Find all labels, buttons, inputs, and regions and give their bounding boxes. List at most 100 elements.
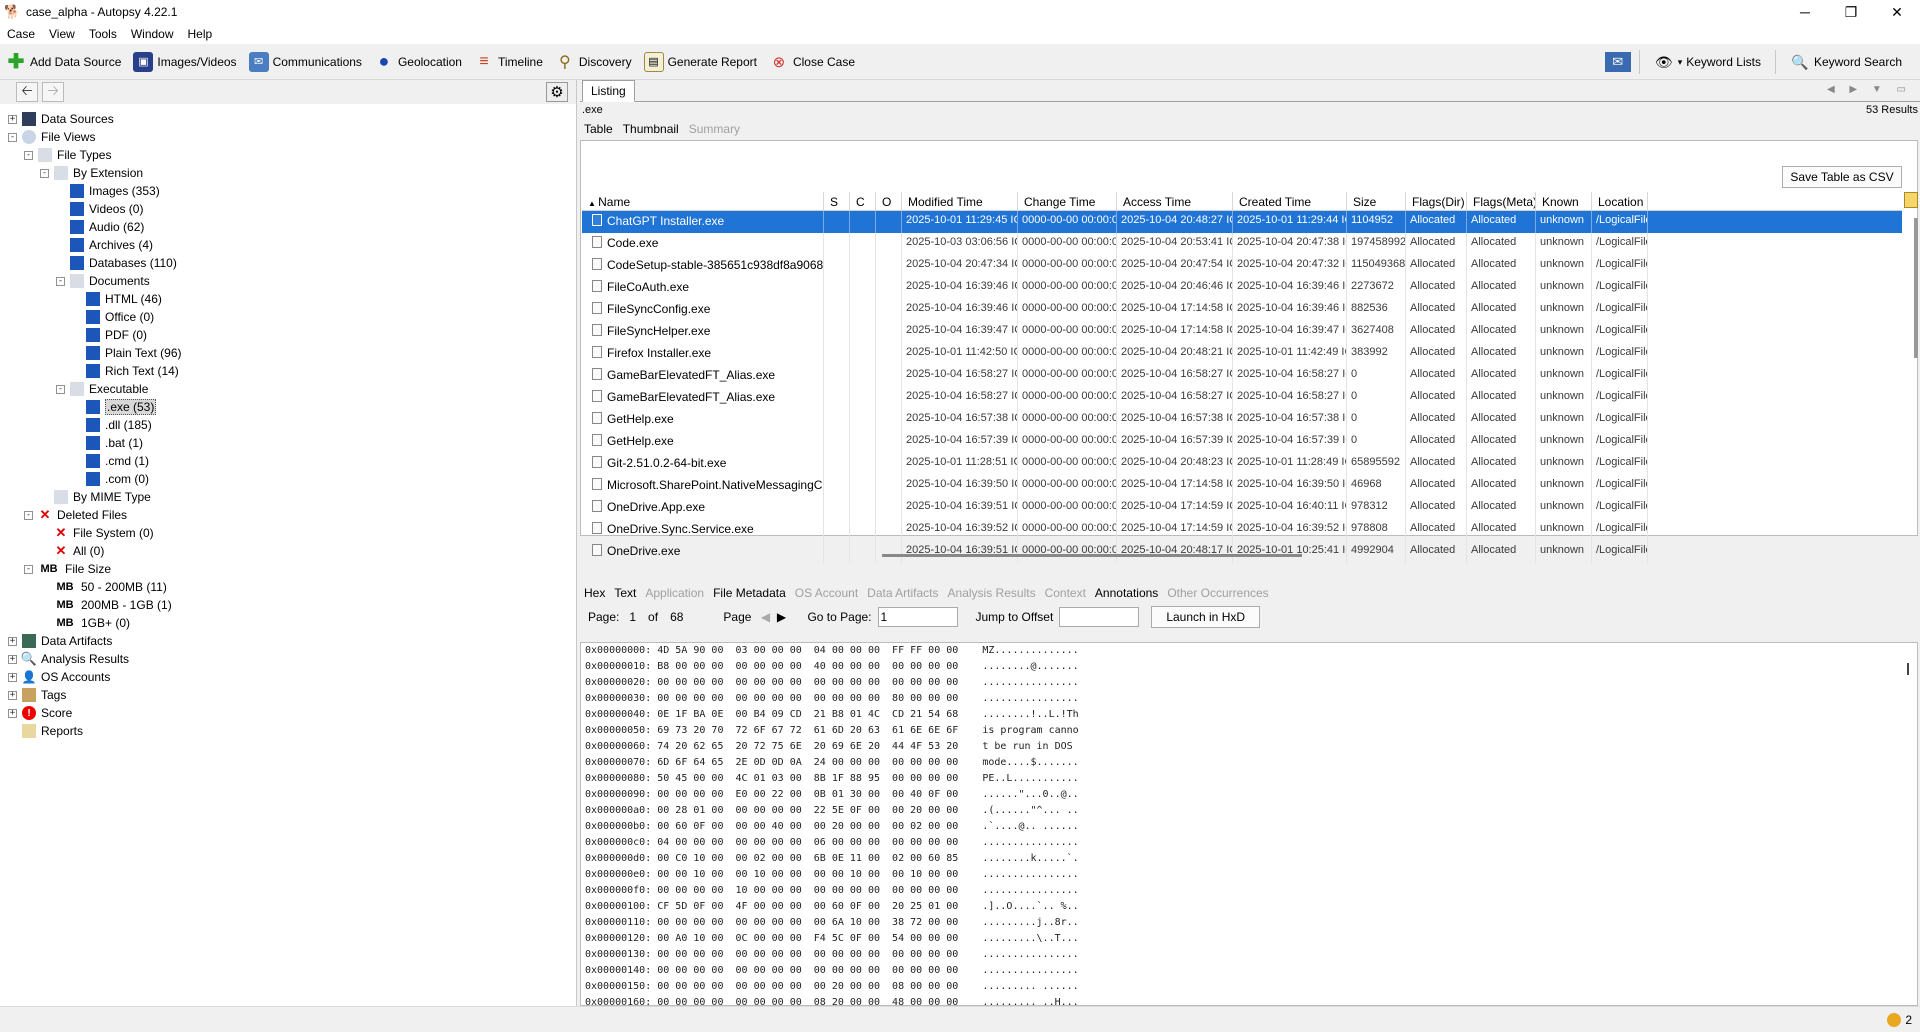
tree-node[interactable]: .cmd (1) <box>0 452 577 470</box>
column-header[interactable]: S <box>824 192 850 210</box>
tab-os-account[interactable]: OS Account <box>795 586 858 600</box>
tree-node[interactable]: MB 1GB+ (0) <box>0 614 577 632</box>
table-row[interactable]: OneDrive.App.exe 2025-10-04 16:39:51 ICT 0… <box>582 497 1902 519</box>
collapse-icon[interactable]: - <box>56 276 65 286</box>
column-header[interactable]: Created Time <box>1233 192 1347 210</box>
hex-viewer[interactable]: 0x00000000: 4D 5A 90 00 03 00 00 00 04 0… <box>580 642 1918 1006</box>
add-data-source-button[interactable]: ✚ Add Data Source <box>0 47 127 77</box>
tree-node[interactable]: - File Views <box>0 128 577 146</box>
tree-node[interactable]: Office (0) <box>0 308 577 326</box>
expand-icon[interactable]: + <box>8 654 17 664</box>
tree-node[interactable]: Audio (62) <box>0 218 577 236</box>
tab-text[interactable]: Text <box>614 586 636 600</box>
column-header[interactable]: Location <box>1592 192 1648 210</box>
launch-hxd-button[interactable]: Launch in HxD <box>1151 606 1261 628</box>
column-header[interactable]: Change Time <box>1018 192 1117 210</box>
table-horizontal-scrollbar[interactable] <box>582 554 1302 560</box>
expand-icon[interactable]: + <box>8 114 17 124</box>
table-row[interactable]: FileCoAuth.exe 2025-10-04 16:39:46 ICT 000… <box>582 277 1902 299</box>
tree-node[interactable]: + Data Sources <box>0 110 577 128</box>
tab-summary[interactable]: Summary <box>689 122 740 136</box>
table-row[interactable]: Code.exe 2025-10-03 03:06:56 ICT 0000-00-0… <box>582 233 1902 255</box>
jump-offset-input[interactable] <box>1059 607 1140 627</box>
column-header[interactable]: Size <box>1347 192 1406 210</box>
tree-node[interactable]: MB 200MB - 1GB (1) <box>0 596 577 614</box>
tree-node[interactable]: + Data Artifacts <box>0 632 577 650</box>
geolocation-button[interactable]: ● Geolocation <box>368 47 468 77</box>
minimize-icon[interactable]: ─ <box>1782 0 1828 24</box>
table-row[interactable]: ChatGPT Installer.exe 2025-10-01 11:29:45… <box>582 211 1902 233</box>
discovery-button[interactable]: ⚲ Discovery <box>549 47 638 77</box>
column-header[interactable]: Known <box>1536 192 1592 210</box>
collapse-icon[interactable]: - <box>40 168 49 178</box>
tab-application[interactable]: Application <box>645 586 704 600</box>
maximize-icon[interactable]: ❐ <box>1828 0 1874 24</box>
goto-page-input[interactable] <box>877 607 958 627</box>
tree-node[interactable]: - File Types <box>0 146 577 164</box>
table-row[interactable]: Microsoft.SharePoint.NativeMessagingClie… <box>582 475 1902 497</box>
menu-help[interactable]: Help <box>181 27 220 41</box>
forward-arrow-icon[interactable]: 🡢 <box>42 82 64 102</box>
tree-node[interactable]: MB 50 - 200MB (11) <box>0 578 577 596</box>
collapse-icon[interactable]: - <box>24 564 33 574</box>
close-icon[interactable]: ✕ <box>1874 0 1920 24</box>
menu-case[interactable]: Case <box>0 27 42 41</box>
table-row[interactable]: CodeSetup-stable-385651c938df8a906869bab… <box>582 255 1902 277</box>
column-header[interactable]: Modified Time <box>902 192 1018 210</box>
collapse-icon[interactable]: - <box>56 384 65 394</box>
collapse-icon[interactable]: - <box>24 150 33 160</box>
tree-node[interactable]: - Documents <box>0 272 577 290</box>
keyword-search-button[interactable]: 🔍 Keyword Search <box>1784 47 1908 77</box>
tab-analysis-results[interactable]: Analysis Results <box>948 586 1036 600</box>
collapse-icon[interactable]: - <box>24 510 33 520</box>
expand-icon[interactable]: + <box>8 690 17 700</box>
tab-other-occurrences[interactable]: Other Occurrences <box>1167 586 1268 600</box>
tree-node[interactable]: Reports <box>0 722 577 740</box>
expand-icon[interactable]: + <box>8 708 17 718</box>
close-case-button[interactable]: ⊗ Close Case <box>763 47 861 77</box>
tab-scroll-controls[interactable]: ◀ ▶ ▼ ▭ <box>1827 84 1912 95</box>
tree-node[interactable]: ✕ File System (0) <box>0 524 577 542</box>
tree-node[interactable]: - Executable <box>0 380 577 398</box>
notifications-indicator[interactable]: 2 <box>1887 1013 1912 1027</box>
column-header[interactable]: O <box>876 192 902 210</box>
table-vertical-scrollbar[interactable] <box>1914 218 1918 358</box>
inbox-icon[interactable]: ✉ <box>1604 52 1631 72</box>
tree-node[interactable]: - MB File Size <box>0 560 577 578</box>
save-table-csv-button[interactable]: Save Table as CSV <box>1782 166 1902 188</box>
column-header[interactable]: C <box>850 192 876 210</box>
expand-icon[interactable]: + <box>8 636 17 646</box>
tab-table[interactable]: Table <box>584 122 613 136</box>
table-row[interactable]: FileSyncConfig.exe 2025-10-04 16:39:46 IC… <box>582 299 1902 321</box>
table-row[interactable]: FileSyncHelper.exe 2025-10-04 16:39:47 IC… <box>582 321 1902 343</box>
tab-data-artifacts[interactable]: Data Artifacts <box>867 586 938 600</box>
tree-node[interactable]: .dll (185) <box>0 416 577 434</box>
tree-node[interactable]: Images (353) <box>0 182 577 200</box>
tab-listing[interactable]: Listing <box>582 80 635 102</box>
tree-node[interactable]: .com (0) <box>0 470 577 488</box>
menu-tools[interactable]: Tools <box>82 27 124 41</box>
tree-node[interactable]: Videos (0) <box>0 200 577 218</box>
table-row[interactable]: OneDrive.Sync.Service.exe 2025-10-04 16:3… <box>582 519 1902 541</box>
table-row[interactable]: GameBarElevatedFT_Alias.exe 2025-10-04 16… <box>582 365 1902 387</box>
tab-file-metadata[interactable]: File Metadata <box>713 586 786 600</box>
tree-node[interactable]: PDF (0) <box>0 326 577 344</box>
tab-context[interactable]: Context <box>1045 586 1086 600</box>
column-header[interactable]: Flags(Dir) <box>1406 192 1467 210</box>
column-header[interactable]: Flags(Meta) <box>1467 192 1536 210</box>
table-row[interactable]: GameBarElevatedFT_Alias.exe 2025-10-04 16… <box>582 387 1902 409</box>
table-row[interactable]: Git-2.51.0.2-64-bit.exe 2025-10-01 11:28:… <box>582 453 1902 475</box>
generate-report-button[interactable]: ▤ Generate Report <box>638 47 763 77</box>
tree-node[interactable]: By MIME Type <box>0 488 577 506</box>
tree-node[interactable]: .exe (53) <box>0 398 577 416</box>
back-arrow-icon[interactable]: 🡠 <box>16 82 38 102</box>
expand-icon[interactable]: + <box>8 672 17 682</box>
tree-node[interactable]: Archives (4) <box>0 236 577 254</box>
tree-node[interactable]: + Tags <box>0 686 577 704</box>
table-row[interactable]: GetHelp.exe 2025-10-04 16:57:38 ICT 0000-0… <box>582 409 1902 431</box>
hex-scroll-marker[interactable] <box>1907 663 1909 675</box>
tree-node[interactable]: HTML (46) <box>0 290 577 308</box>
tree-node[interactable]: - ✕ Deleted Files <box>0 506 577 524</box>
tab-hex[interactable]: Hex <box>584 586 605 600</box>
tree-node[interactable]: - By Extension <box>0 164 577 182</box>
